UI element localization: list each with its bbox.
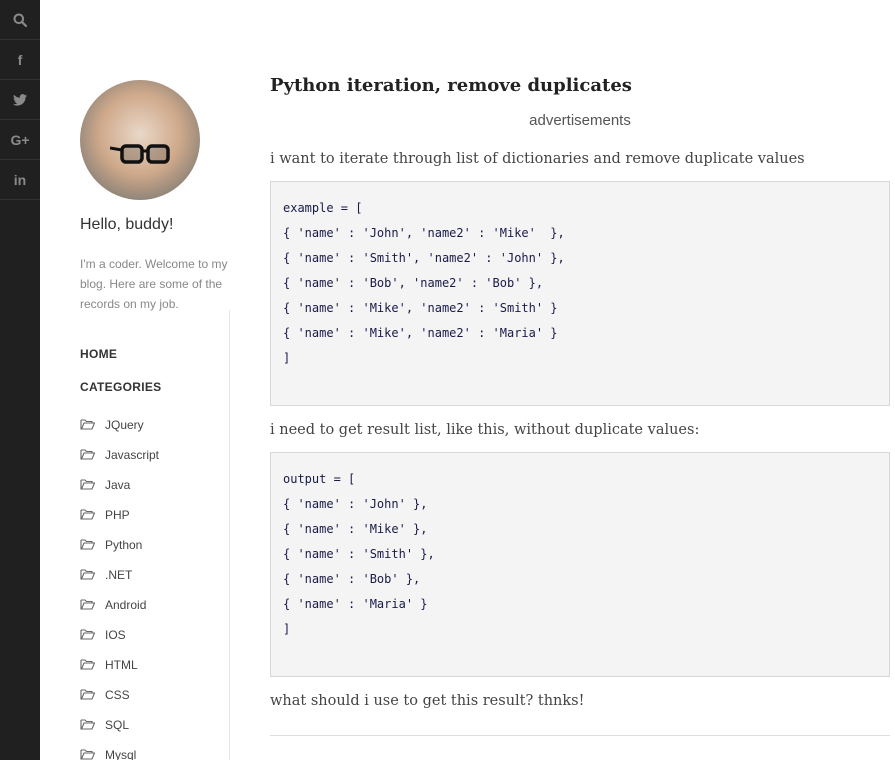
category-item-android[interactable]: Android [80, 590, 159, 620]
category-item-css[interactable]: CSS [80, 680, 159, 710]
code-line: ] [283, 622, 291, 636]
folder-open-icon [80, 478, 96, 493]
code-line: example = [ [283, 201, 363, 215]
code-block-example: example = [ { 'name' : 'John', 'name2' :… [270, 181, 890, 406]
folder-open-icon [80, 508, 96, 523]
category-label: Javascript [105, 448, 160, 462]
category-list: JQuery Javascript Java PHP Python .NET A… [80, 410, 159, 760]
folder-open-icon [80, 688, 96, 703]
nav-categories-heading: CATEGORIES [80, 380, 162, 394]
code-line: { 'name' : 'Mike' }, [283, 522, 428, 536]
linkedin-icon: in [13, 171, 27, 188]
category-label: Android [105, 598, 147, 612]
nav-home-link[interactable]: HOME [80, 347, 117, 361]
category-item-dotnet[interactable]: .NET [80, 560, 159, 590]
code-line: { 'name' : 'John' }, [283, 497, 428, 511]
code-line: { 'name' : 'John', 'name2' : 'Mike' }, [283, 226, 565, 240]
category-item-ios[interactable]: IOS [80, 620, 159, 650]
code-line: output = [ [283, 472, 356, 486]
google-plus-button[interactable]: G+ [0, 120, 40, 160]
twitter-icon [13, 93, 27, 106]
folder-open-icon [80, 448, 96, 463]
post-paragraph: what should i use to get this result? th… [270, 693, 585, 709]
folder-open-icon [80, 658, 96, 673]
facebook-button[interactable]: f [0, 40, 40, 80]
linkedin-button[interactable]: in [0, 160, 40, 200]
code-line: { 'name' : 'Bob' }, [283, 572, 421, 586]
category-label: Python [105, 538, 143, 552]
category-label: IOS [105, 628, 126, 642]
social-sidebar: f G+ in [0, 0, 40, 760]
facebook-icon: f [17, 51, 23, 68]
post-paragraph: i want to iterate through list of dictio… [270, 151, 805, 167]
category-label: .NET [105, 568, 133, 582]
category-item-html[interactable]: HTML [80, 650, 159, 680]
glasses-icon [110, 144, 170, 164]
intro-text: I'm a coder. Welcome to my blog. Here ar… [80, 257, 228, 311]
avatar [80, 80, 200, 200]
post-content: Python iteration, remove duplicates adve… [270, 75, 890, 736]
category-label: PHP [105, 508, 130, 522]
category-label: Mysql [105, 748, 137, 760]
code-line: { 'name' : 'Smith', 'name2' : 'John' }, [283, 251, 565, 265]
category-item-java[interactable]: Java [80, 470, 159, 500]
divider [270, 735, 890, 736]
category-label: HTML [105, 658, 138, 672]
profile-panel: Hello, buddy! I'm a coder. Welcome to my… [80, 80, 230, 314]
folder-open-icon [80, 418, 96, 433]
greeting-text: Hello, buddy! [80, 216, 174, 233]
search-button[interactable] [0, 0, 40, 40]
category-item-sql[interactable]: SQL [80, 710, 159, 740]
category-label: SQL [105, 718, 130, 732]
code-line: { 'name' : 'Bob', 'name2' : 'Bob' }, [283, 276, 544, 290]
code-line: { 'name' : 'Mike', 'name2' : 'Smith' } [283, 301, 558, 315]
google-plus-icon: G+ [10, 131, 30, 148]
category-item-php[interactable]: PHP [80, 500, 159, 530]
category-item-jquery[interactable]: JQuery [80, 410, 159, 440]
code-line: { 'name' : 'Maria' } [283, 597, 428, 611]
folder-open-icon [80, 718, 96, 733]
category-item-javascript[interactable]: Javascript [80, 440, 159, 470]
category-label: Java [105, 478, 131, 492]
code-line: { 'name' : 'Smith' }, [283, 547, 435, 561]
advertisements-label: advertisements [529, 112, 631, 129]
code-block-output: output = [ { 'name' : 'John' }, { 'name'… [270, 452, 890, 677]
folder-open-icon [80, 568, 96, 583]
search-icon [13, 13, 27, 27]
folder-open-icon [80, 598, 96, 613]
category-item-python[interactable]: Python [80, 530, 159, 560]
code-line: { 'name' : 'Mike', 'name2' : 'Maria' } [283, 326, 558, 340]
twitter-button[interactable] [0, 80, 40, 120]
code-line: ] [283, 351, 291, 365]
post-paragraph: i need to get result list, like this, wi… [270, 422, 700, 438]
folder-open-icon [80, 748, 96, 760]
folder-open-icon [80, 628, 96, 643]
sidebar-divider [229, 310, 230, 760]
category-label: CSS [105, 688, 130, 702]
category-item-mysql[interactable]: Mysql [80, 740, 159, 760]
category-label: JQuery [105, 418, 144, 432]
folder-open-icon [80, 538, 96, 553]
post-title: Python iteration, remove duplicates [270, 75, 632, 96]
